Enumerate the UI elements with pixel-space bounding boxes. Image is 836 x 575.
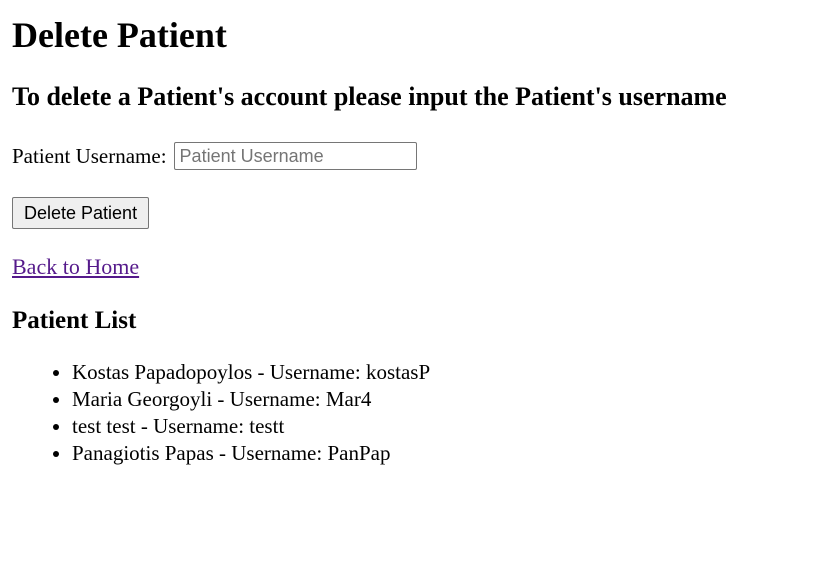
list-item: Kostas Papadopoylos - Username: kostasP — [72, 359, 824, 386]
username-label: Patient Username: — [12, 143, 167, 168]
page-container: Delete Patient To delete a Patient's acc… — [0, 14, 836, 467]
delete-patient-form: Patient Username: Delete Patient — [12, 140, 824, 229]
page-subtitle: To delete a Patient's account please inp… — [12, 82, 727, 111]
list-item: Maria Georgoyli - Username: Mar4 — [72, 386, 824, 413]
back-home-row: Back to Home — [12, 254, 824, 280]
username-row: Patient Username: — [12, 140, 824, 172]
back-to-home-link[interactable]: Back to Home — [12, 254, 139, 279]
list-item: test test - Username: testt — [72, 413, 824, 440]
page-title: Delete Patient — [12, 15, 227, 55]
patient-username-input[interactable] — [173, 142, 417, 170]
delete-patient-button[interactable]: Delete Patient — [12, 197, 150, 229]
submit-row: Delete Patient — [12, 197, 824, 229]
patient-list: Kostas Papadopoylos - Username: kostasP … — [12, 359, 824, 467]
list-item: Panagiotis Papas - Username: PanPap — [72, 440, 824, 467]
patient-list-heading: Patient List — [12, 307, 137, 334]
